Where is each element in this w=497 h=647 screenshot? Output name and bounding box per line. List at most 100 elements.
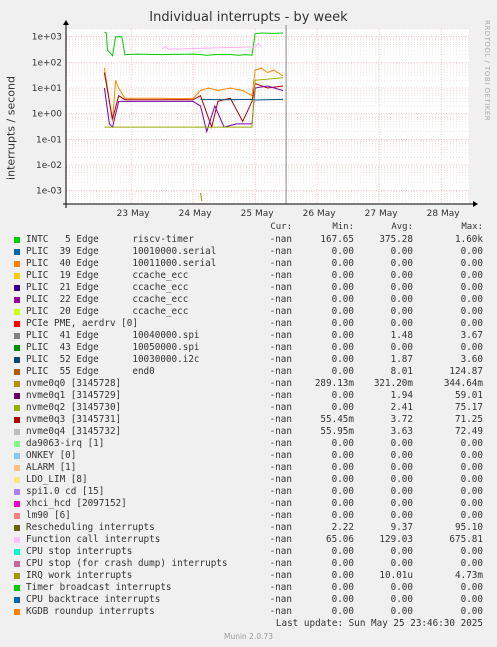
legend-avg-value: 0.00 bbox=[390, 558, 413, 569]
y-tick-label: 1e-02 bbox=[36, 161, 62, 171]
x-tick-label: 28 May bbox=[427, 209, 461, 219]
legend-row: PLIC 52 Edge 10030000.i2c -nan 0.00 1.87 3.6… bbox=[0, 354, 497, 366]
legend-swatch bbox=[14, 405, 20, 411]
legend-avg-value: 0.00 bbox=[390, 342, 413, 353]
legend-swatch bbox=[14, 585, 20, 591]
legend-series-name: ONKEY [0] bbox=[26, 450, 77, 461]
legend-avg-value: 0.00 bbox=[390, 450, 413, 461]
legend-max-value: 0.00 bbox=[460, 438, 483, 449]
legend-swatch bbox=[14, 285, 20, 291]
legend-series-name: Rescheduling interrupts bbox=[26, 522, 155, 533]
legend-cur-value: -nan bbox=[269, 606, 292, 617]
legend-series-name: ALARM [1] bbox=[26, 462, 77, 473]
legend-row: KGDB roundup interrupts -nan 0.00 0.00 0.00 bbox=[0, 606, 497, 618]
legend-swatch bbox=[14, 525, 20, 531]
legend-series-name: KGDB roundup interrupts bbox=[26, 606, 155, 617]
legend-avg-value: 0.00 bbox=[390, 270, 413, 281]
legend-series-name: CPU stop interrupts bbox=[26, 546, 133, 557]
x-tick-label: 26 May bbox=[303, 209, 337, 219]
legend-cur-value: -nan bbox=[269, 450, 292, 461]
legend-avg-value: 1.94 bbox=[390, 390, 413, 401]
legend-max-value: 0.00 bbox=[460, 486, 483, 497]
legend-avg-value: 0.00 bbox=[390, 546, 413, 557]
legend-row: PLIC 43 Edge 10050000.spi -nan 0.00 0.00 0.0… bbox=[0, 342, 497, 354]
legend-series-name: Timer broadcast interrupts bbox=[26, 582, 172, 593]
legend-series-name: PLIC 19 Edge ccache_ecc bbox=[26, 270, 189, 281]
y-tick-label: 1e+03 bbox=[32, 33, 62, 43]
legend-avg-value: 0.00 bbox=[390, 246, 413, 257]
legend-row: PLIC 19 Edge ccache_ecc -nan 0.00 0.00 0.00 bbox=[0, 270, 497, 282]
legend-cur-value: -nan bbox=[269, 438, 292, 449]
legend-cur-value: -nan bbox=[269, 366, 292, 377]
legend-avg-value: 2.41 bbox=[390, 402, 413, 413]
legend-max-value: 0.00 bbox=[460, 246, 483, 257]
legend-max-value: 75.17 bbox=[455, 402, 483, 413]
legend-row: CPU backtrace interrupts -nan 0.00 0.00 0.00 bbox=[0, 594, 497, 606]
munin-version: Munin 2.0.73 bbox=[223, 632, 274, 641]
legend-swatch bbox=[14, 549, 20, 555]
legend-row: nvme0q2 [3145730] -nan 0.00 2.41 75.17 bbox=[0, 402, 497, 414]
y-tick-label: 1e-03 bbox=[36, 187, 62, 197]
legend-cur-value: -nan bbox=[269, 282, 292, 293]
legend-avg-value: 1.87 bbox=[390, 354, 413, 365]
legend-row: ALARM [1] -nan 0.00 0.00 0.00 bbox=[0, 462, 497, 474]
legend-cur-value: -nan bbox=[269, 306, 292, 317]
legend-series-name: PLIC 41 Edge 10040000.spi bbox=[26, 330, 200, 341]
x-tick-label: 25 May bbox=[241, 209, 275, 219]
legend-row: LDO_LIM [8] -nan 0.00 0.00 0.00 bbox=[0, 474, 497, 486]
x-tick-label: 27 May bbox=[365, 209, 399, 219]
legend-cur-value: -nan bbox=[269, 534, 292, 545]
legend-row: nvme0q1 [3145729] -nan 0.00 1.94 59.01 bbox=[0, 390, 497, 402]
legend-max-value: 0.00 bbox=[460, 282, 483, 293]
legend-cur-value: -nan bbox=[269, 270, 292, 281]
legend-swatch bbox=[14, 357, 20, 363]
legend-max-value: 4.73m bbox=[455, 570, 483, 581]
legend-row: PLIC 40 Edge 10011000.serial -nan 0.00 0.00… bbox=[0, 258, 497, 270]
legend-row: CPU stop interrupts -nan 0.00 0.00 0.00 bbox=[0, 546, 497, 558]
legend-max-value: 0.00 bbox=[460, 342, 483, 353]
legend-series-name: nvme0q1 [3145729] bbox=[26, 390, 122, 401]
legend-avg-value: 0.00 bbox=[390, 510, 413, 521]
legend-row: PLIC 21 Edge ccache_ecc -nan 0.00 0.00 0.00 bbox=[0, 282, 497, 294]
legend-max-value: 0.00 bbox=[460, 594, 483, 605]
legend-cur-value: -nan bbox=[269, 330, 292, 341]
legend-max-value: 0.00 bbox=[460, 498, 483, 509]
legend-avg-value: 0.00 bbox=[390, 582, 413, 593]
legend-swatch bbox=[14, 249, 20, 255]
legend-row: IRQ work interrupts -nan 0.00 10.01u 4.73m bbox=[0, 570, 497, 582]
legend-cur-value: -nan bbox=[269, 486, 292, 497]
legend-max-value: 0.00 bbox=[460, 306, 483, 317]
legend-swatch bbox=[14, 597, 20, 603]
legend-cur-value: -nan bbox=[269, 570, 292, 581]
legend-series-name: nvme0q4 [3145732] bbox=[26, 426, 122, 437]
plot-area: 1e+03 1e+02 1e+01 1e+00 1e-01 1e-02 1e-03 23 Ma… bbox=[32, 20, 478, 219]
legend-avg-value: 3.63 bbox=[390, 426, 413, 437]
y-axis-arrow bbox=[63, 20, 69, 25]
legend-max-value: 0.00 bbox=[460, 450, 483, 461]
legend-row: INTC 5 Edge riscv-timer -nan 167.65 375.28 1… bbox=[0, 234, 497, 246]
legend-series-name: nvme0q2 [3145730] bbox=[26, 402, 122, 413]
legend-swatch bbox=[14, 501, 20, 507]
legend-swatch bbox=[14, 237, 20, 243]
legend-series-name: PLIC 52 Edge 10030000.i2c bbox=[26, 354, 200, 365]
legend-swatch bbox=[14, 513, 20, 519]
legend-row: CPU stop (for crash dump) interrupts -nan… bbox=[0, 558, 497, 570]
legend-cur-value: -nan bbox=[269, 462, 292, 473]
legend-row: Function call interrupts -nan 65.06 129.03 6… bbox=[0, 534, 497, 546]
legend-cur-value: -nan bbox=[269, 402, 292, 413]
series-line bbox=[200, 98, 284, 101]
legend-series-name: xhci_hcd [2097152] bbox=[26, 498, 127, 509]
legend-row: Rescheduling interrupts -nan 2.22 9.37 95.10 bbox=[0, 522, 497, 534]
legend-series-name: spi1.0 cd [15] bbox=[26, 486, 105, 497]
legend-row: PCIe PME, aerdrv [0] -nan 0.00 0.00 0.00 bbox=[0, 318, 497, 330]
legend-max-value: 0.00 bbox=[460, 510, 483, 521]
legend-series-name: PLIC 21 Edge ccache_ecc bbox=[26, 282, 189, 293]
legend-max-value: 72.49 bbox=[455, 426, 483, 437]
x-axis-arrow bbox=[473, 201, 478, 207]
legend-max-value: 344.64m bbox=[443, 378, 483, 389]
legend-max-value: 0.00 bbox=[460, 546, 483, 557]
legend-header-cur: Cur: bbox=[270, 222, 292, 232]
legend-max-value: 0.00 bbox=[460, 258, 483, 269]
legend-row: xhci_hcd [2097152] -nan 0.00 0.00 0.00 bbox=[0, 498, 497, 510]
legend-avg-value: 0.00 bbox=[390, 318, 413, 329]
